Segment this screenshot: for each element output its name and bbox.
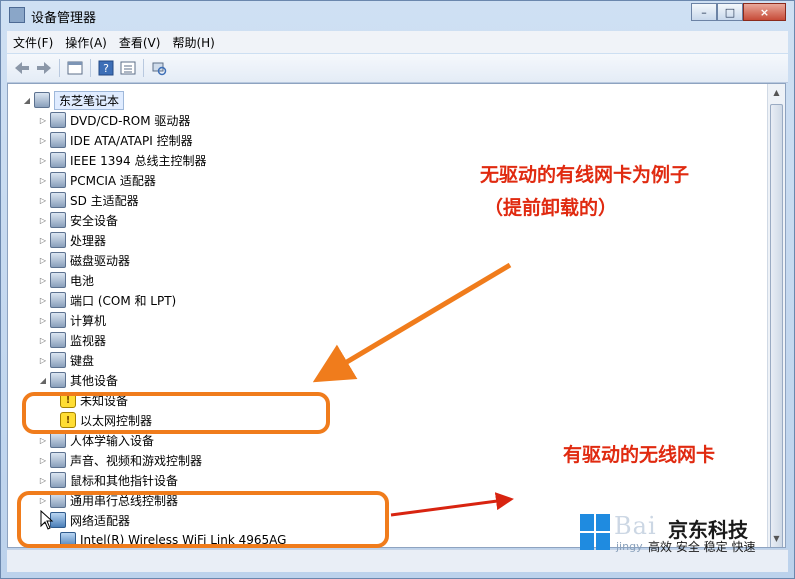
wireless-note: 有驱动的无线网卡: [563, 444, 716, 466]
windows-logo-icon: [580, 514, 610, 550]
annotation-arrows: [312, 262, 514, 517]
watermark-url: jingy: [616, 540, 643, 553]
orange-arrow: [312, 262, 512, 383]
wired-note-line1: 无驱动的有线网卡为例子: [480, 164, 690, 186]
wired-note-line2: （提前卸载的）: [484, 197, 618, 219]
red-arrow: [390, 492, 514, 517]
watermark-slogan: 高效 安全 稳定 快速: [648, 540, 756, 554]
watermark: Bai 京东科技 jingy 高效 安全 稳定 快速: [580, 512, 780, 556]
watermark-brand: Bai: [614, 512, 657, 540]
mouse-cursor-icon: [40, 509, 54, 533]
